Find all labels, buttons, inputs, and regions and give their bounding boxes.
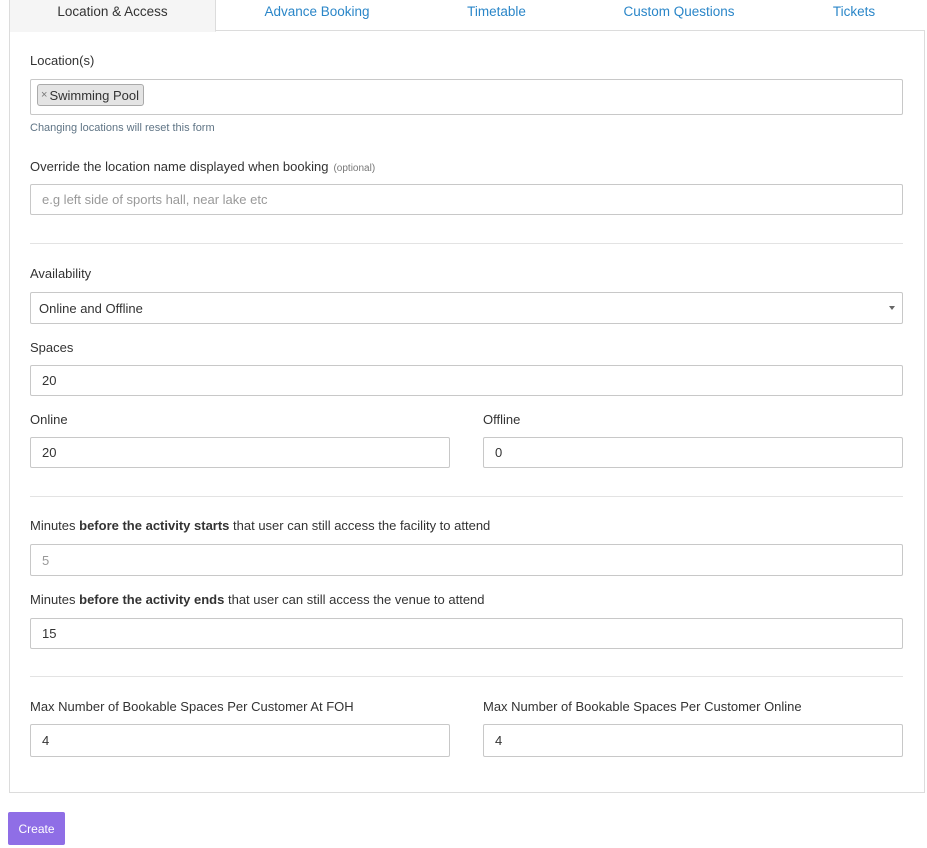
tab-location-access[interactable]: Location & Access <box>9 0 216 32</box>
availability-label: Availability <box>30 266 92 281</box>
override-label: Override the location name displayed whe… <box>30 159 375 174</box>
label-suffix: that user can still access the venue to … <box>224 592 485 607</box>
label-prefix: Minutes <box>30 592 80 607</box>
spaces-label: Spaces <box>30 340 74 355</box>
spaces-value: 20 <box>42 373 57 388</box>
divider <box>30 243 903 244</box>
form-panel <box>9 30 925 793</box>
online-label: Online <box>30 412 68 427</box>
location-tag: × Swimming Pool <box>37 84 145 106</box>
max-foh-input[interactable]: 4 <box>30 724 450 757</box>
access-before-start-input[interactable]: 5 <box>30 544 903 576</box>
locations-help-text: Changing locations will reset this form <box>30 122 215 134</box>
optional-hint: (optional) <box>333 163 376 174</box>
max-foh-value: 4 <box>42 733 50 748</box>
label-prefix: Minutes <box>30 518 80 533</box>
override-location-input[interactable]: e.g left side of sports hall, near lake … <box>30 184 903 215</box>
online-spaces-input[interactable]: 20 <box>30 437 450 468</box>
locations-multiselect[interactable]: × Swimming Pool <box>30 79 903 115</box>
access-before-end-label: Minutes before the activity ends that us… <box>30 592 485 607</box>
remove-tag-icon[interactable]: × <box>41 89 47 101</box>
tab-advance-booking[interactable]: Advance Booking <box>229 0 405 31</box>
offline-spaces-value: 0 <box>495 445 503 460</box>
max-online-label: Max Number of Bookable Spaces Per Custom… <box>483 699 802 714</box>
max-online-input[interactable]: 4 <box>483 724 903 757</box>
availability-value: Online and Offline <box>39 300 143 316</box>
availability-select[interactable]: Online and Offline <box>30 292 903 324</box>
override-placeholder: e.g left side of sports hall, near lake … <box>42 192 268 207</box>
tab-custom-questions[interactable]: Custom Questions <box>599 0 759 31</box>
spaces-input[interactable]: 20 <box>30 365 903 396</box>
online-spaces-value: 20 <box>42 445 57 460</box>
max-online-value: 4 <box>495 733 503 748</box>
offline-spaces-input[interactable]: 0 <box>483 437 903 468</box>
label-bold: before the activity ends <box>79 592 225 607</box>
tab-bar: Location & Access Advance Booking Timeta… <box>9 0 925 32</box>
divider <box>30 676 903 677</box>
access-before-start-label: Minutes before the activity starts that … <box>30 518 490 533</box>
chevron-down-icon <box>889 306 895 310</box>
label-bold: before the activity starts <box>79 518 230 533</box>
divider <box>30 496 903 497</box>
tab-tickets[interactable]: Tickets <box>809 0 899 31</box>
override-label-text: Override the location name displayed whe… <box>30 159 329 174</box>
access-before-end-input[interactable]: 15 <box>30 618 903 649</box>
access-before-end-value: 15 <box>42 626 57 641</box>
locations-label: Location(s) <box>30 53 95 68</box>
access-before-start-value: 5 <box>42 552 50 568</box>
location-tag-label: Swimming Pool <box>49 87 140 103</box>
create-button[interactable]: Create <box>8 812 65 845</box>
offline-label: Offline <box>483 412 521 427</box>
max-foh-label: Max Number of Bookable Spaces Per Custom… <box>30 699 354 714</box>
label-suffix: that user can still access the facility … <box>229 518 491 533</box>
tab-timetable[interactable]: Timetable <box>429 0 564 31</box>
